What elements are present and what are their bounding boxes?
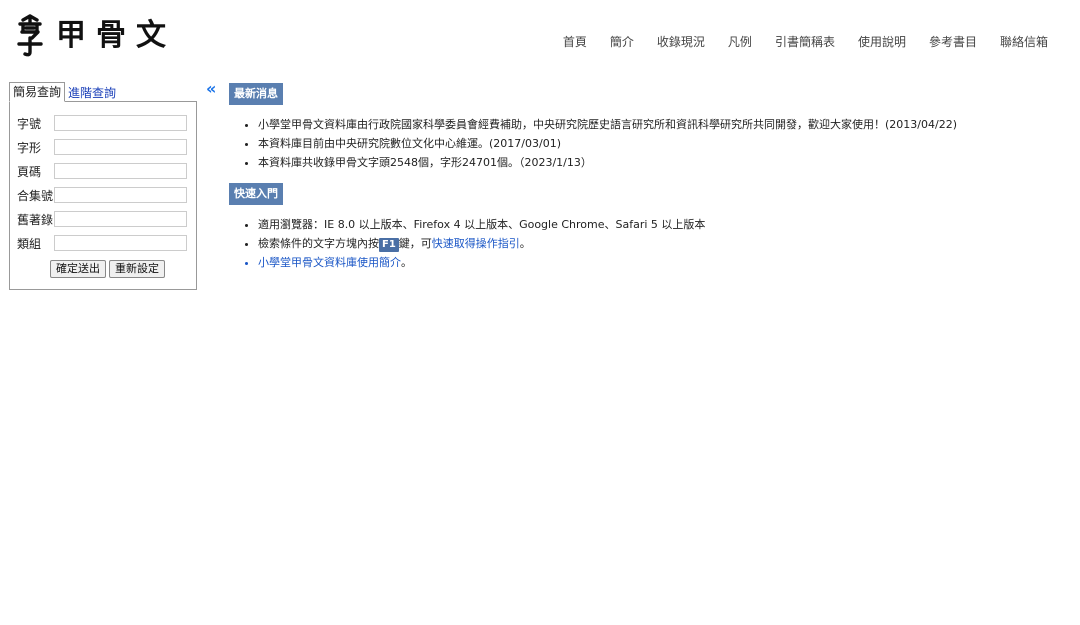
submit-button[interactable]: 確定送出: [50, 260, 106, 278]
help-item: 檢索條件的文字方塊內按F1鍵，可快速取得操作指引。: [258, 234, 1059, 253]
browser-support-item: 適用瀏覽器：IE 8.0 以上版本、Firefox 4 以上版本、Google …: [258, 215, 1059, 234]
tab-simple-search[interactable]: 簡易查詢: [9, 82, 66, 102]
usage-intro-link[interactable]: 小學堂甲骨文資料庫使用簡介: [258, 256, 401, 269]
quick-guide-link[interactable]: 快速取得操作指引: [432, 237, 520, 250]
search-buttons: 確定送出 重新設定: [50, 260, 165, 278]
field-row-old-record: 舊著錄: [17, 210, 187, 228]
main-content: 最新消息 小學堂甲骨文資料庫由行政院國家科學委員會經費補助，中央研究院歷史語言研…: [229, 83, 1059, 272]
nav-references[interactable]: 參考書目: [929, 33, 977, 50]
search-panel: 字號 字形 頁碼 合集號 舊著錄 類組 確定送出 重新設定: [9, 101, 197, 290]
quickstart-title: 快速入門: [229, 183, 283, 205]
char-number-input[interactable]: [54, 115, 187, 131]
char-form-label: 字形: [17, 140, 42, 155]
heji-number-input[interactable]: [54, 187, 187, 203]
quickstart-list: 適用瀏覽器：IE 8.0 以上版本、Firefox 4 以上版本、Google …: [229, 215, 1059, 272]
xiaoxuetang-logo-icon: [17, 14, 43, 57]
intro-suffix: 。: [401, 256, 412, 269]
news-item: 小學堂甲骨文資料庫由行政院國家科學委員會經費補助，中央研究院歷史語言研究所和資訊…: [258, 115, 1059, 134]
help-middle: 鍵，可: [398, 237, 432, 250]
logo-title: 甲骨文: [56, 18, 176, 53]
field-row-char-number: 字號: [17, 114, 187, 132]
old-record-label: 舊著錄: [17, 212, 54, 227]
field-row-page-number: 頁碼: [17, 162, 187, 180]
nav-introduction[interactable]: 簡介: [610, 33, 634, 50]
double-chevron-left-icon[interactable]: «: [206, 81, 216, 97]
char-form-input[interactable]: [54, 139, 187, 155]
tab-advanced-search[interactable]: 進階查詢: [65, 84, 119, 102]
page-number-input[interactable]: [54, 163, 187, 179]
top-navigation: 首頁 簡介 收錄現況 凡例 引書簡稱表 使用說明 參考書目 聯絡信箱: [540, 33, 1048, 50]
news-list: 小學堂甲骨文資料庫由行政院國家科學委員會經費補助，中央研究院歷史語言研究所和資訊…: [229, 115, 1059, 172]
help-suffix: 。: [519, 237, 531, 250]
f1-key-badge: F1: [379, 238, 399, 252]
category-group-label: 類組: [17, 236, 42, 251]
nav-conventions[interactable]: 凡例: [728, 33, 752, 50]
news-item: 本資料庫共收錄甲骨文字頭2548個，字形24701個。（2023/1/13）: [258, 153, 1059, 172]
quickstart-section: 快速入門 適用瀏覽器：IE 8.0 以上版本、Firefox 4 以上版本、Go…: [229, 183, 1059, 272]
nav-contact[interactable]: 聯絡信箱: [1000, 33, 1048, 50]
site-logo[interactable]: 甲骨文: [14, 12, 176, 60]
nav-collection-status[interactable]: 收錄現況: [657, 33, 705, 50]
search-tabs: 簡易查詢 進階查詢: [9, 82, 119, 102]
nav-citation-abbreviations[interactable]: 引書簡稱表: [775, 33, 835, 50]
field-row-char-form: 字形: [17, 138, 187, 156]
nav-user-guide[interactable]: 使用說明: [858, 33, 906, 50]
old-record-input[interactable]: [54, 211, 187, 227]
page-number-label: 頁碼: [17, 164, 42, 179]
char-number-label: 字號: [17, 116, 42, 131]
field-row-heji-number: 合集號: [17, 186, 187, 204]
news-section: 最新消息 小學堂甲骨文資料庫由行政院國家科學委員會經費補助，中央研究院歷史語言研…: [229, 83, 1059, 172]
category-group-input[interactable]: [54, 235, 187, 251]
field-row-category-group: 類組: [17, 234, 187, 252]
news-title: 最新消息: [229, 83, 283, 105]
heji-number-label: 合集號: [17, 188, 54, 203]
intro-item: 小學堂甲骨文資料庫使用簡介。: [258, 253, 1059, 272]
news-item: 本資料庫目前由中央研究院數位文化中心維運。(2017/03/01): [258, 134, 1059, 153]
reset-button[interactable]: 重新設定: [109, 260, 165, 278]
nav-home[interactable]: 首頁: [563, 33, 587, 50]
help-prefix: 檢索條件的文字方塊內按: [258, 237, 379, 250]
